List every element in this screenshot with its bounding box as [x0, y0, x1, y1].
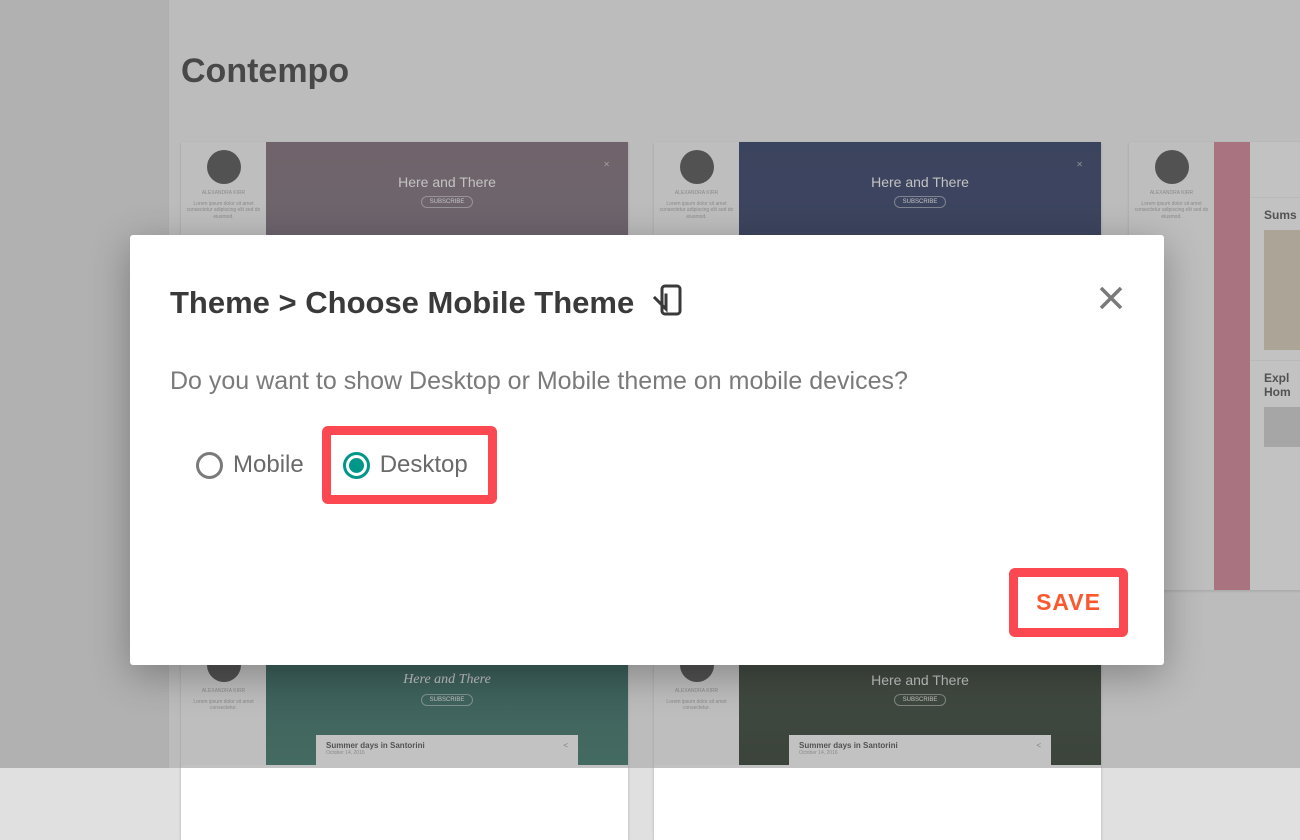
radio-mobile[interactable]: Mobile — [196, 451, 304, 479]
radio-desktop[interactable]: Desktop — [343, 451, 468, 479]
radio-group: Mobile Desktop — [196, 426, 1124, 504]
radio-icon — [343, 452, 370, 479]
dialog-header: Theme > Choose Mobile Theme — [170, 285, 1124, 321]
dialog-title: Theme > Choose Mobile Theme — [170, 285, 634, 321]
choose-mobile-theme-dialog: Theme > Choose Mobile Theme Do you want … — [130, 235, 1164, 665]
radio-label: Desktop — [380, 451, 468, 479]
highlight-annotation: Desktop — [322, 426, 497, 504]
mobile-device-icon — [652, 284, 682, 318]
radio-label: Mobile — [233, 451, 304, 479]
highlight-annotation: SAVE — [1009, 568, 1128, 637]
close-button[interactable] — [1098, 285, 1124, 317]
radio-icon — [196, 452, 223, 479]
close-icon — [1098, 285, 1124, 311]
save-button[interactable]: SAVE — [1036, 589, 1101, 616]
dialog-question: Do you want to show Desktop or Mobile th… — [170, 367, 1124, 396]
